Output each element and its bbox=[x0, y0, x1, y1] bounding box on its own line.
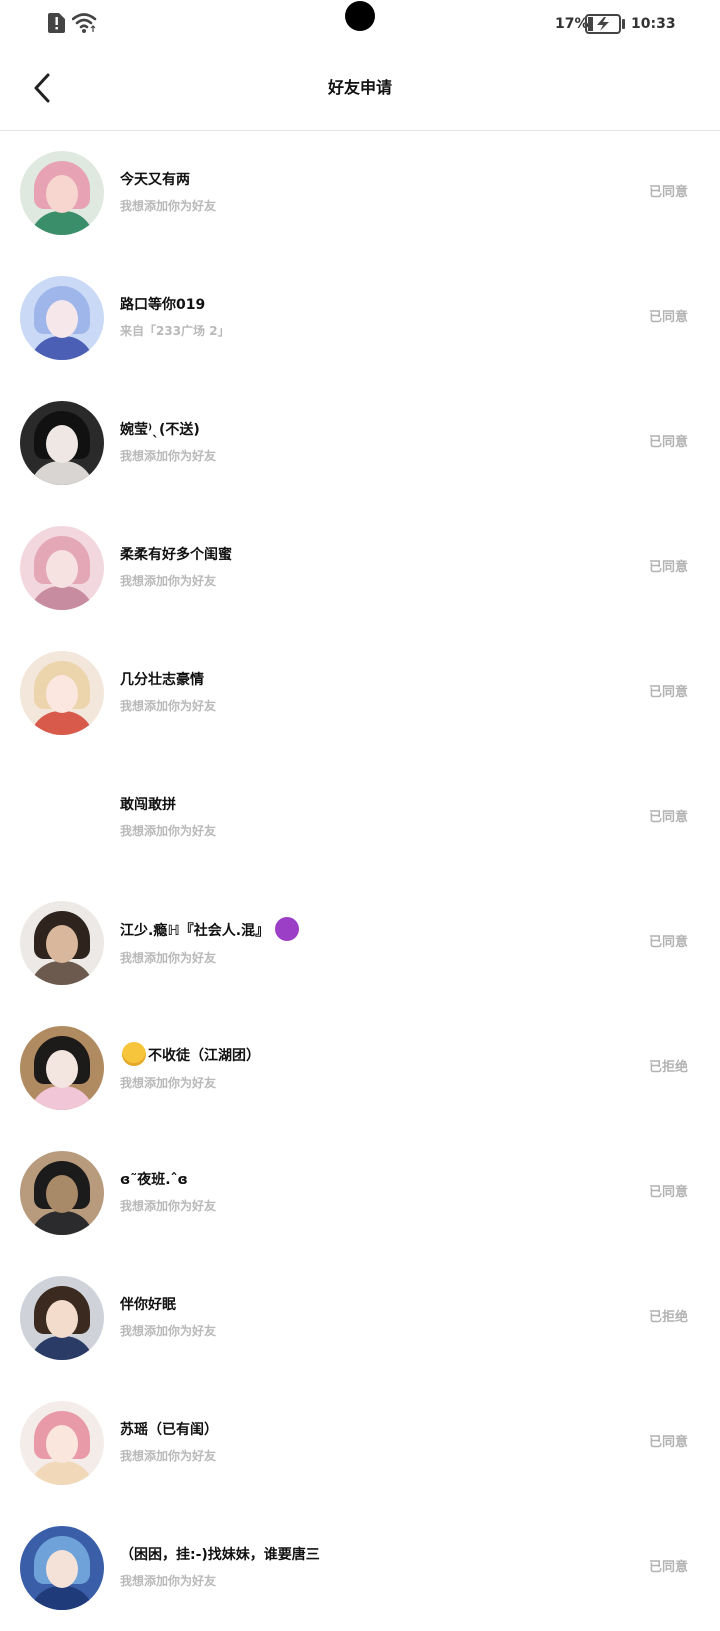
devil-face-icon bbox=[275, 917, 300, 941]
request-message: 我想添加你为好友 bbox=[120, 1324, 217, 1338]
nickname-text: 柔柔有好多个闺蜜 bbox=[120, 547, 232, 563]
nickname-text: 路口等你019 bbox=[120, 297, 206, 313]
request-item[interactable]: 江少.瘾ℍ『社会人.混』 我想添加你为好友 已同意 bbox=[0, 881, 720, 1006]
smiling-face-icon bbox=[122, 1042, 146, 1066]
nickname: 几分壮志豪情 bbox=[120, 669, 600, 691]
wifi-icon bbox=[72, 13, 97, 33]
camera-cutout bbox=[345, 1, 375, 31]
request-message: 我想添加你为好友 bbox=[120, 1199, 217, 1213]
battery-charging-icon bbox=[585, 14, 625, 34]
nickname-text: （困困，挂:-)找妹妹，谁要唐三 bbox=[120, 1547, 320, 1563]
request-message: 我想添加你为好友 bbox=[120, 199, 217, 213]
request-text: 伴你好眠我想添加你为好友 bbox=[120, 1294, 600, 1340]
request-item[interactable]: （困困，挂:-)找妹妹，谁要唐三 我想添加你为好友 已同意 bbox=[0, 1506, 720, 1631]
request-item[interactable]: 不收徒（江湖团） 我想添加你为好友 已拒绝 bbox=[0, 1006, 720, 1131]
avatar[interactable] bbox=[20, 151, 104, 235]
avatar[interactable] bbox=[20, 1401, 104, 1485]
clock: 10:33 bbox=[631, 16, 676, 32]
request-text: 江少.瘾ℍ『社会人.混』 我想添加你为好友 bbox=[120, 917, 600, 967]
request-text: 路口等你019 来自「233广场 2」 bbox=[120, 294, 600, 340]
request-item[interactable]: 几分壮志豪情 我想添加你为好友 已同意 bbox=[0, 631, 720, 756]
request-status: 已拒绝 bbox=[648, 1060, 688, 1075]
request-item[interactable]: 柔柔有好多个闺蜜 我想添加你为好友 已同意 bbox=[0, 506, 720, 631]
request-text: 几分壮志豪情 我想添加你为好友 bbox=[120, 669, 600, 715]
nickname: 柔柔有好多个闺蜜 bbox=[120, 544, 600, 566]
request-item[interactable]: 婉莹⁾ˎ(不送) 我想添加你为好友 已同意 bbox=[0, 381, 720, 506]
request-message: 我想添加你为好友 bbox=[120, 1574, 217, 1588]
nickname-text: 今天又有两 bbox=[120, 172, 190, 188]
request-text: ɞ˜夜班.ˆɞ 我想添加你为好友 bbox=[120, 1169, 600, 1215]
request-status: 已同意 bbox=[648, 310, 688, 325]
header: 好友申请 bbox=[0, 48, 720, 131]
nickname-text: 苏瑶（已有闺） bbox=[120, 1422, 218, 1438]
request-text: 不收徒（江湖团） 我想添加你为好友 bbox=[120, 1042, 600, 1092]
avatar[interactable] bbox=[20, 1276, 104, 1360]
avatar[interactable] bbox=[20, 776, 104, 860]
nickname: （困困，挂:-)找妹妹，谁要唐三 bbox=[120, 1544, 600, 1566]
avatar[interactable] bbox=[20, 1526, 104, 1610]
nickname-text: 敢闯敢拼 bbox=[120, 797, 176, 813]
request-message: 来自「233广场 2」 bbox=[120, 324, 230, 338]
request-message: 我想添加你为好友 bbox=[120, 574, 217, 588]
nickname: 伴你好眠 bbox=[120, 1294, 600, 1316]
nickname: 今天又有两 bbox=[120, 169, 600, 191]
avatar[interactable] bbox=[20, 401, 104, 485]
status-bar: 17% 10:33 bbox=[0, 0, 720, 48]
request-text: 苏瑶（已有闺） 我想添加你为好友 bbox=[120, 1419, 600, 1465]
request-message: 我想添加你为好友 bbox=[120, 951, 217, 965]
nickname-text: 伴你好眠 bbox=[120, 1297, 176, 1313]
request-item[interactable]: 伴你好眠我想添加你为好友 已拒绝 bbox=[0, 1256, 720, 1381]
request-message: 我想添加你为好友 bbox=[120, 699, 217, 713]
request-status: 已同意 bbox=[648, 1560, 688, 1575]
sim-alert-icon bbox=[48, 13, 65, 33]
request-message: 我想添加你为好友 bbox=[120, 449, 217, 463]
nickname: 路口等你019 bbox=[120, 294, 600, 316]
request-item[interactable]: ɞ˜夜班.ˆɞ 我想添加你为好友 已同意 bbox=[0, 1131, 720, 1256]
nickname-text: 几分壮志豪情 bbox=[120, 672, 204, 688]
nickname-text: 婉莹⁾ˎ(不送) bbox=[120, 422, 200, 438]
request-item[interactable]: 苏瑶（已有闺） 我想添加你为好友 已同意 bbox=[0, 1381, 720, 1506]
request-status: 已同意 bbox=[648, 935, 688, 950]
request-status: 已同意 bbox=[648, 435, 688, 450]
request-item[interactable]: 敢闯敢拼我想添加你为好友 已同意 bbox=[0, 756, 720, 881]
request-status: 已同意 bbox=[648, 1435, 688, 1450]
friend-request-list: 今天又有两 我想添加你为好友 已同意 路口等你019 来自「233广场 2」 已同意 婉莹⁾… bbox=[0, 131, 720, 1631]
request-message: 我想添加你为好友 bbox=[120, 1449, 217, 1463]
request-status: 已同意 bbox=[648, 185, 688, 200]
request-status: 已拒绝 bbox=[648, 1310, 688, 1325]
avatar[interactable] bbox=[20, 526, 104, 610]
request-status: 已同意 bbox=[648, 685, 688, 700]
nickname-text: 不收徒（江湖团） bbox=[148, 1048, 260, 1064]
page-title: 好友申请 bbox=[327, 78, 392, 97]
request-status: 已同意 bbox=[648, 1185, 688, 1200]
request-item[interactable]: 路口等你019 来自「233广场 2」 已同意 bbox=[0, 256, 720, 381]
request-message: 我想添加你为好友 bbox=[120, 1076, 217, 1090]
nickname-text: ɞ˜夜班.ˆɞ bbox=[120, 1172, 188, 1188]
nickname: 江少.瘾ℍ『社会人.混』 bbox=[120, 917, 600, 943]
nickname: 苏瑶（已有闺） bbox=[120, 1419, 600, 1441]
nickname: 婉莹⁾ˎ(不送) bbox=[120, 419, 600, 441]
avatar[interactable] bbox=[20, 651, 104, 735]
nickname-text: 江少.瘾ℍ『社会人.混』 bbox=[120, 923, 270, 939]
request-text: 婉莹⁾ˎ(不送) 我想添加你为好友 bbox=[120, 419, 600, 465]
request-status: 已同意 bbox=[648, 810, 688, 825]
request-text: 敢闯敢拼我想添加你为好友 bbox=[120, 794, 600, 840]
avatar[interactable] bbox=[20, 276, 104, 360]
nickname: 不收徒（江湖团） bbox=[120, 1042, 600, 1068]
nickname: ɞ˜夜班.ˆɞ bbox=[120, 1169, 600, 1191]
request-status: 已同意 bbox=[648, 560, 688, 575]
nickname: 敢闯敢拼 bbox=[120, 794, 600, 816]
request-item[interactable]: 今天又有两我想添加你为好友 已同意 bbox=[0, 131, 720, 256]
request-message: 我想添加你为好友 bbox=[120, 824, 217, 838]
avatar[interactable] bbox=[20, 901, 104, 985]
request-text: 今天又有两我想添加你为好友 bbox=[120, 169, 600, 215]
avatar[interactable] bbox=[20, 1151, 104, 1235]
request-text: （困困，挂:-)找妹妹，谁要唐三 我想添加你为好友 bbox=[120, 1544, 600, 1590]
avatar[interactable] bbox=[20, 1026, 104, 1110]
battery-percent: 17% bbox=[555, 16, 589, 32]
request-text: 柔柔有好多个闺蜜 我想添加你为好友 bbox=[120, 544, 600, 590]
